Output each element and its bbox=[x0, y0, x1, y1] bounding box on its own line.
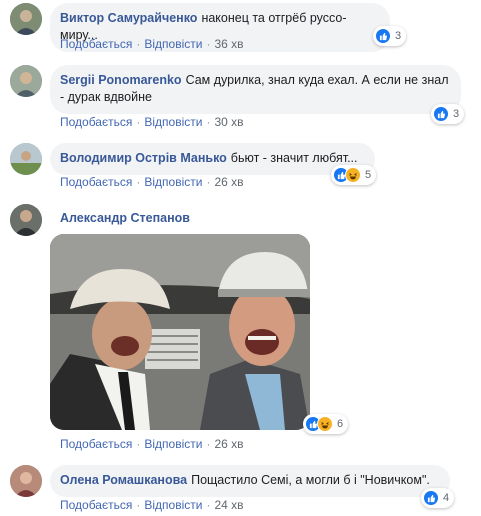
like-link[interactable]: Подобається bbox=[60, 175, 132, 189]
comment-author[interactable]: Олена Ромашканова bbox=[60, 473, 187, 487]
comment-time[interactable]: 26 хв bbox=[214, 437, 243, 451]
comment-actions: Подобається · Відповісти · 24 хв bbox=[60, 498, 244, 512]
reaction-summary[interactable]: 6 bbox=[303, 414, 349, 434]
reaction-count: 3 bbox=[395, 30, 402, 42]
comment-author[interactable]: Александр Степанов bbox=[60, 211, 190, 225]
reaction-summary[interactable]: 3 bbox=[431, 104, 465, 124]
reaction-count: 6 bbox=[337, 418, 344, 430]
reaction-count: 3 bbox=[453, 108, 460, 120]
avatar[interactable] bbox=[10, 3, 42, 35]
comment-time[interactable]: 36 хв bbox=[214, 37, 243, 51]
haha-icon bbox=[317, 416, 333, 432]
reaction-summary[interactable]: 3 bbox=[373, 26, 407, 46]
reply-link[interactable]: Відповісти bbox=[144, 37, 202, 51]
comment-actions: Подобається · Відповісти · 26 хв bbox=[60, 437, 244, 451]
avatar[interactable] bbox=[10, 143, 42, 175]
reply-link[interactable]: Відповісти bbox=[144, 498, 202, 512]
like-link[interactable]: Подобається bbox=[60, 37, 132, 51]
comment-actions: Подобається · Відповісти · 36 хв bbox=[60, 37, 244, 51]
comment-bubble: Sergii Ponomarenko Сам дурилка, знал куда… bbox=[50, 65, 461, 114]
reaction-summary[interactable]: 4 bbox=[421, 488, 455, 508]
comment-text: бьют - значит любят... bbox=[230, 151, 358, 165]
like-link[interactable]: Подобається bbox=[60, 437, 132, 451]
reaction-summary[interactable]: 5 bbox=[331, 165, 377, 185]
comment-time[interactable]: 24 хв bbox=[214, 498, 243, 512]
comment-author[interactable]: Виктор Самурайченко bbox=[60, 11, 197, 25]
comment-text: Пощастило Семі, а могли б і "Новичком". bbox=[191, 473, 430, 487]
comment-author[interactable]: Володимир Острів Манько bbox=[60, 151, 227, 165]
reaction-count: 4 bbox=[443, 492, 450, 504]
comment-time[interactable]: 26 хв bbox=[214, 175, 243, 189]
like-icon bbox=[375, 28, 391, 44]
avatar[interactable] bbox=[10, 65, 42, 97]
comment-bubble: Олена Ромашканова Пощастило Семі, а могли… bbox=[50, 465, 450, 497]
reply-link[interactable]: Відповісти bbox=[144, 437, 202, 451]
like-link[interactable]: Подобається bbox=[60, 115, 132, 129]
avatar[interactable] bbox=[10, 204, 42, 236]
reaction-count: 5 bbox=[365, 169, 372, 181]
comment-bubble: Володимир Острів Манько бьют - значит люб… bbox=[50, 143, 375, 175]
comment-photo[interactable] bbox=[50, 234, 310, 430]
like-link[interactable]: Подобається bbox=[60, 498, 132, 512]
like-icon bbox=[433, 106, 449, 122]
haha-icon bbox=[345, 167, 361, 183]
reply-link[interactable]: Відповісти bbox=[144, 175, 202, 189]
avatar[interactable] bbox=[10, 465, 42, 497]
comment-author[interactable]: Sergii Ponomarenko bbox=[60, 73, 182, 87]
comment-actions: Подобається · Відповісти · 26 хв bbox=[60, 175, 244, 189]
comment-actions: Подобається · Відповісти · 30 хв bbox=[60, 115, 244, 129]
comment-time[interactable]: 30 хв bbox=[214, 115, 243, 129]
like-icon bbox=[423, 490, 439, 506]
reply-link[interactable]: Відповісти bbox=[144, 115, 202, 129]
